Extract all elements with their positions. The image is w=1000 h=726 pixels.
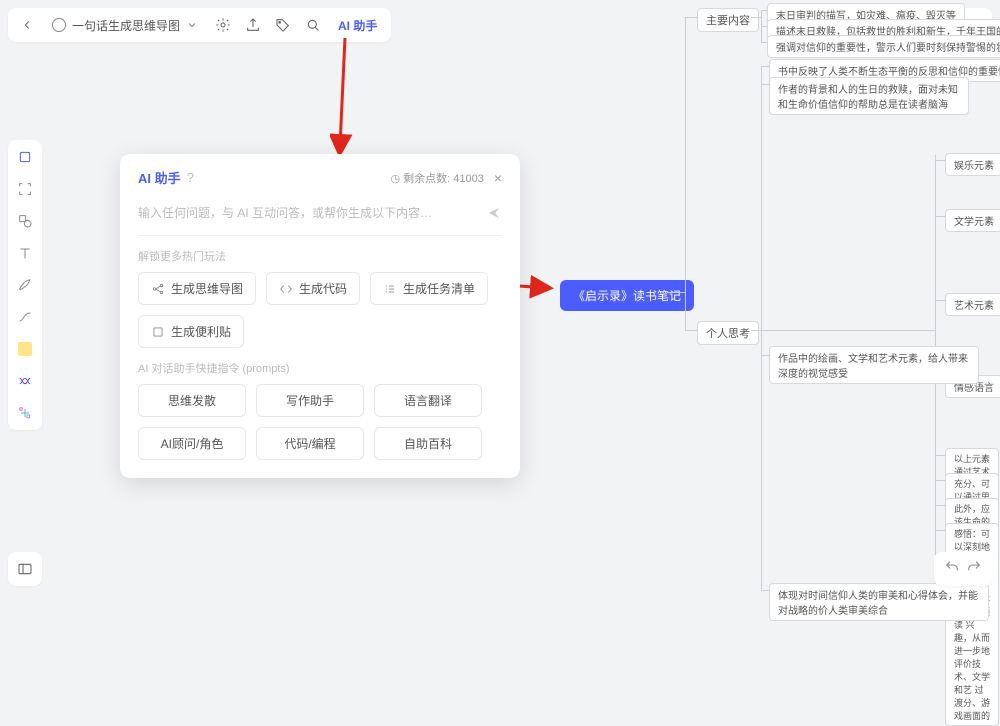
section-prompts: AI 对话助手快捷指令 (prompts)	[138, 360, 502, 376]
chip-diverge[interactable]: 思维发散	[138, 384, 246, 417]
chip-gen-code[interactable]: 生成代码	[266, 272, 360, 305]
redo-button[interactable]	[966, 559, 982, 580]
node-b1-l3[interactable]: 强调对信仰的重要性，警示人们要时刻保持警惕的状态	[767, 35, 1000, 58]
wire	[761, 590, 769, 591]
chip-writing[interactable]: 写作助手	[256, 384, 364, 417]
wire	[685, 330, 697, 331]
credit-label: ◷ 剩余点数: 41003	[390, 170, 483, 186]
chip-gen-tasklist[interactable]: 生成任务清单	[370, 272, 488, 305]
node-g2[interactable]: 文学元素	[945, 209, 1000, 232]
tool-text[interactable]	[14, 242, 36, 264]
chip-translate[interactable]: 语言翻译	[374, 384, 482, 417]
wire	[685, 17, 686, 330]
wire	[761, 66, 769, 67]
panel-title: AI 助手?	[138, 168, 194, 187]
chip-wiki[interactable]: 自助百科	[374, 427, 482, 460]
wire	[935, 480, 945, 481]
undo-button[interactable]	[944, 559, 960, 580]
node-main-content[interactable]: 主要内容	[697, 8, 759, 32]
tag-icon	[275, 17, 291, 33]
tool-frame[interactable]	[14, 178, 36, 200]
export-icon	[245, 17, 261, 33]
ai-prompt-input[interactable]	[138, 206, 476, 220]
wire	[935, 455, 945, 456]
tool-mindmap[interactable]	[14, 370, 36, 392]
tool-shape[interactable]	[14, 210, 36, 232]
wire	[935, 505, 945, 506]
panel-toggle-button[interactable]	[8, 552, 42, 586]
wire	[751, 17, 761, 18]
tool-more[interactable]	[14, 402, 36, 424]
search-button[interactable]	[302, 14, 324, 36]
tool-pen[interactable]	[14, 274, 36, 296]
wire	[761, 84, 769, 85]
back-button[interactable]	[16, 14, 38, 36]
wire	[685, 17, 697, 18]
node-g1[interactable]: 娱乐元素	[945, 153, 1000, 176]
node-g3[interactable]: 艺术元素	[945, 293, 1000, 316]
wire	[761, 66, 762, 591]
chevron-down-icon	[186, 19, 198, 31]
ai-assistant-panel: AI 助手? ◷ 剩余点数: 41003 × 解锁更多热门玩法 生成思维导图 生…	[120, 154, 520, 478]
wire	[935, 216, 945, 217]
search-icon	[305, 17, 321, 33]
close-button[interactable]: ×	[494, 170, 502, 186]
settings-button[interactable]	[212, 14, 234, 36]
wire	[761, 330, 935, 331]
chip-advisor[interactable]: AI顾问/角色	[138, 427, 246, 460]
ai-assistant-link[interactable]: AI 助手	[332, 17, 383, 34]
node-root[interactable]: 《启示录》读书笔记	[560, 280, 694, 311]
node-personal[interactable]: 个人思考	[697, 321, 759, 345]
wire	[935, 530, 945, 531]
doc-title-dropdown[interactable]: 一句话生成思维导图	[46, 17, 204, 34]
tag-button[interactable]	[272, 14, 294, 36]
section-hot: 解锁更多热门玩法	[138, 248, 502, 264]
wire	[667, 292, 685, 293]
node-g3-leaf[interactable]: 作品中的绘画、文学和艺术元素，给人带来深度的视觉感受	[769, 346, 979, 384]
wire	[751, 330, 761, 331]
node-b2-bottom[interactable]: 体现对时间信仰人类的审美和心得体会，并能对战略的价人类审美综合	[769, 583, 989, 621]
send-icon[interactable]	[486, 205, 502, 221]
sun-icon	[52, 18, 66, 32]
chip-gen-sticky[interactable]: 生成便利贴	[138, 315, 244, 348]
annotation-arrow-1	[330, 38, 360, 158]
gear-icon	[215, 17, 231, 33]
tool-select[interactable]	[14, 146, 36, 168]
node-b2-t2[interactable]: 作者的背景和人的生日的救赎，面对未知和生命价值信仰的帮助总是在读者脑海	[769, 77, 969, 115]
help-icon[interactable]: ?	[187, 170, 194, 185]
export-button[interactable]	[242, 14, 264, 36]
mindmap-canvas[interactable]: 《启示录》读书笔记 主要内容 末日审判的描写，如灾难、瘟疫、毁灭等 描述末日救赎…	[555, 0, 1000, 594]
wire	[761, 355, 769, 356]
chip-code[interactable]: 代码/编程	[256, 427, 364, 460]
left-toolbox	[8, 140, 42, 430]
tool-connector[interactable]	[14, 306, 36, 328]
wire	[935, 160, 945, 161]
tool-sticky[interactable]	[14, 338, 36, 360]
wire	[935, 300, 945, 301]
top-toolbar: 一句话生成思维导图 AI 助手	[8, 8, 391, 42]
chip-gen-mindmap[interactable]: 生成思维导图	[138, 272, 256, 305]
panel-icon	[17, 561, 33, 577]
undo-redo-bar	[934, 552, 992, 586]
note-icon	[18, 342, 32, 356]
doc-title: 一句话生成思维导图	[72, 17, 180, 34]
